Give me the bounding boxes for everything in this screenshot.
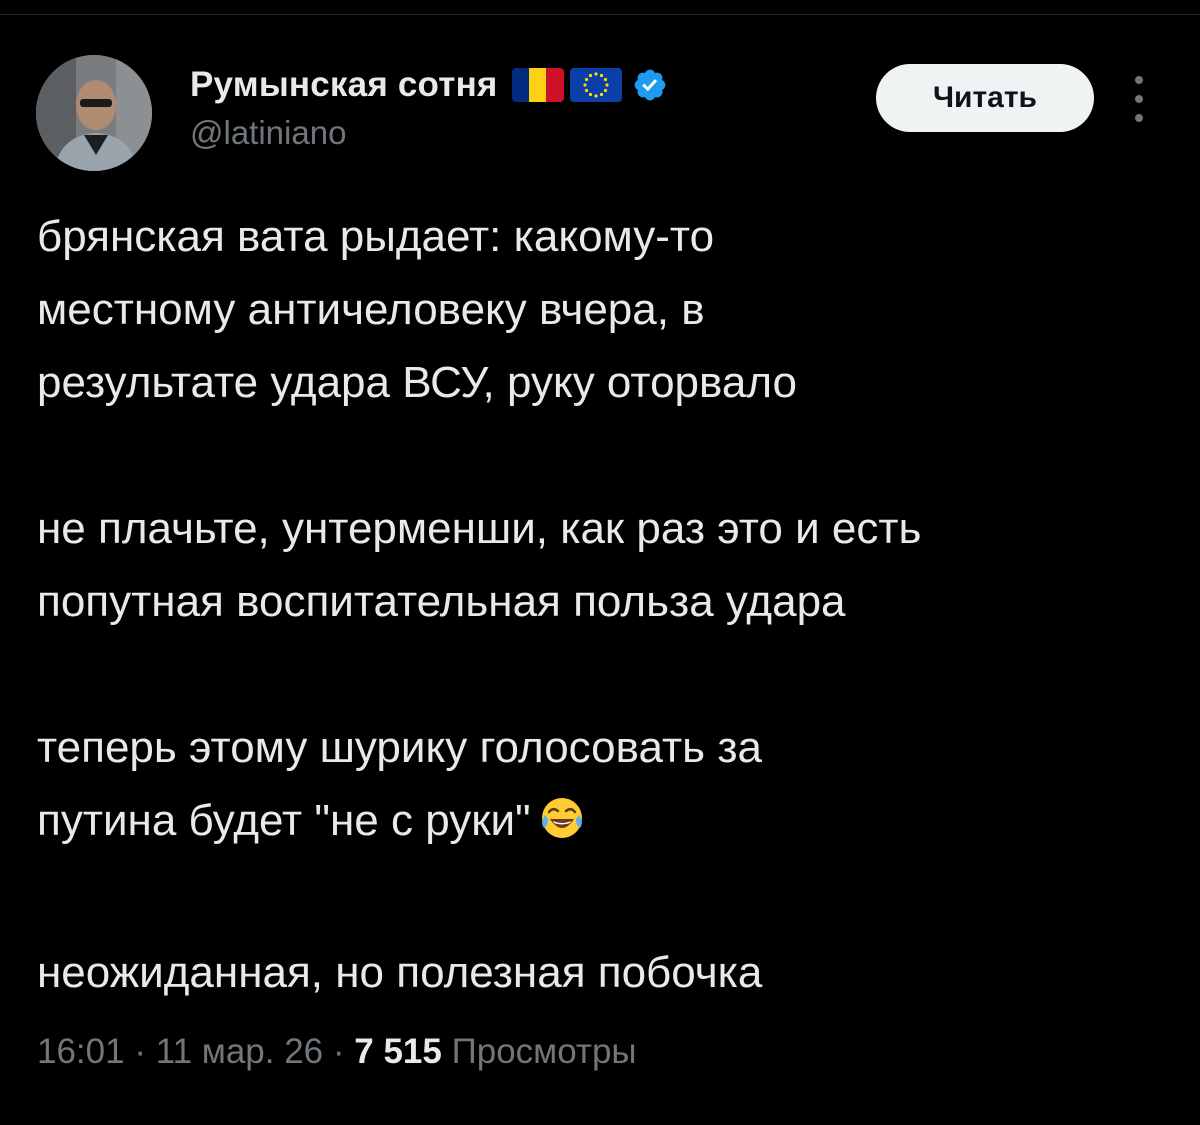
name-row: Румынская сотня bbox=[190, 60, 668, 110]
tweet-time[interactable]: 16:01 bbox=[37, 1032, 125, 1071]
tweet-line: теперь этому шурику голосовать за bbox=[37, 723, 762, 772]
tweet-line: попутная воспитательная польза удара bbox=[37, 577, 846, 626]
tweet-line: не плачьте, унтерменши, как раз это и ес… bbox=[37, 504, 922, 553]
author-block: Румынская сотня @latiniano bbox=[190, 60, 668, 152]
tears-of-joy-emoji-icon bbox=[539, 790, 585, 863]
more-vertical-icon[interactable] bbox=[1126, 76, 1152, 122]
tweet-text: брянская вата рыдает: какому-то местному… bbox=[37, 200, 1177, 1009]
tweet-date[interactable]: 11 мар. 26 bbox=[156, 1032, 323, 1071]
verified-badge-icon[interactable] bbox=[632, 67, 668, 103]
tweet-paragraph: брянская вата рыдает: какому-то местному… bbox=[37, 200, 1177, 419]
tweet-line: неожиданная, но полезная побочка bbox=[37, 948, 763, 997]
tweet-paragraph: не плачьте, унтерменши, как раз это и ес… bbox=[37, 492, 1177, 638]
meta-separator: · bbox=[124, 1032, 156, 1071]
romania-flag-icon bbox=[511, 68, 564, 102]
user-handle[interactable]: @latiniano bbox=[190, 114, 668, 152]
tweet-line: брянская вата рыдает: какому-то bbox=[37, 212, 715, 261]
meta-separator: · bbox=[323, 1032, 355, 1071]
tweet-paragraph: теперь этому шурику голосовать за путина… bbox=[37, 711, 1177, 863]
follow-button[interactable]: Читать bbox=[876, 64, 1094, 132]
tweet-header: Румынская сотня @latiniano Читать bbox=[36, 52, 1166, 172]
display-name[interactable]: Румынская сотня bbox=[190, 65, 498, 105]
tweet-line: местному античеловеку вчера, в bbox=[37, 285, 705, 334]
views-count: 7 515 bbox=[354, 1032, 442, 1071]
eu-flag-icon bbox=[569, 68, 622, 102]
top-divider bbox=[0, 14, 1200, 15]
views-label[interactable]: Просмотры bbox=[452, 1032, 637, 1071]
avatar[interactable] bbox=[36, 55, 152, 171]
tweet-line: результате удара ВСУ, руку оторвало bbox=[37, 358, 798, 407]
tweet-meta: 16:01 · 11 мар. 26 · 7 515 Просмотры bbox=[37, 1032, 637, 1072]
tweet-line: путина будет "не с руки" bbox=[37, 796, 531, 845]
tweet-paragraph: неожиданная, но полезная побочка bbox=[37, 936, 1177, 1009]
